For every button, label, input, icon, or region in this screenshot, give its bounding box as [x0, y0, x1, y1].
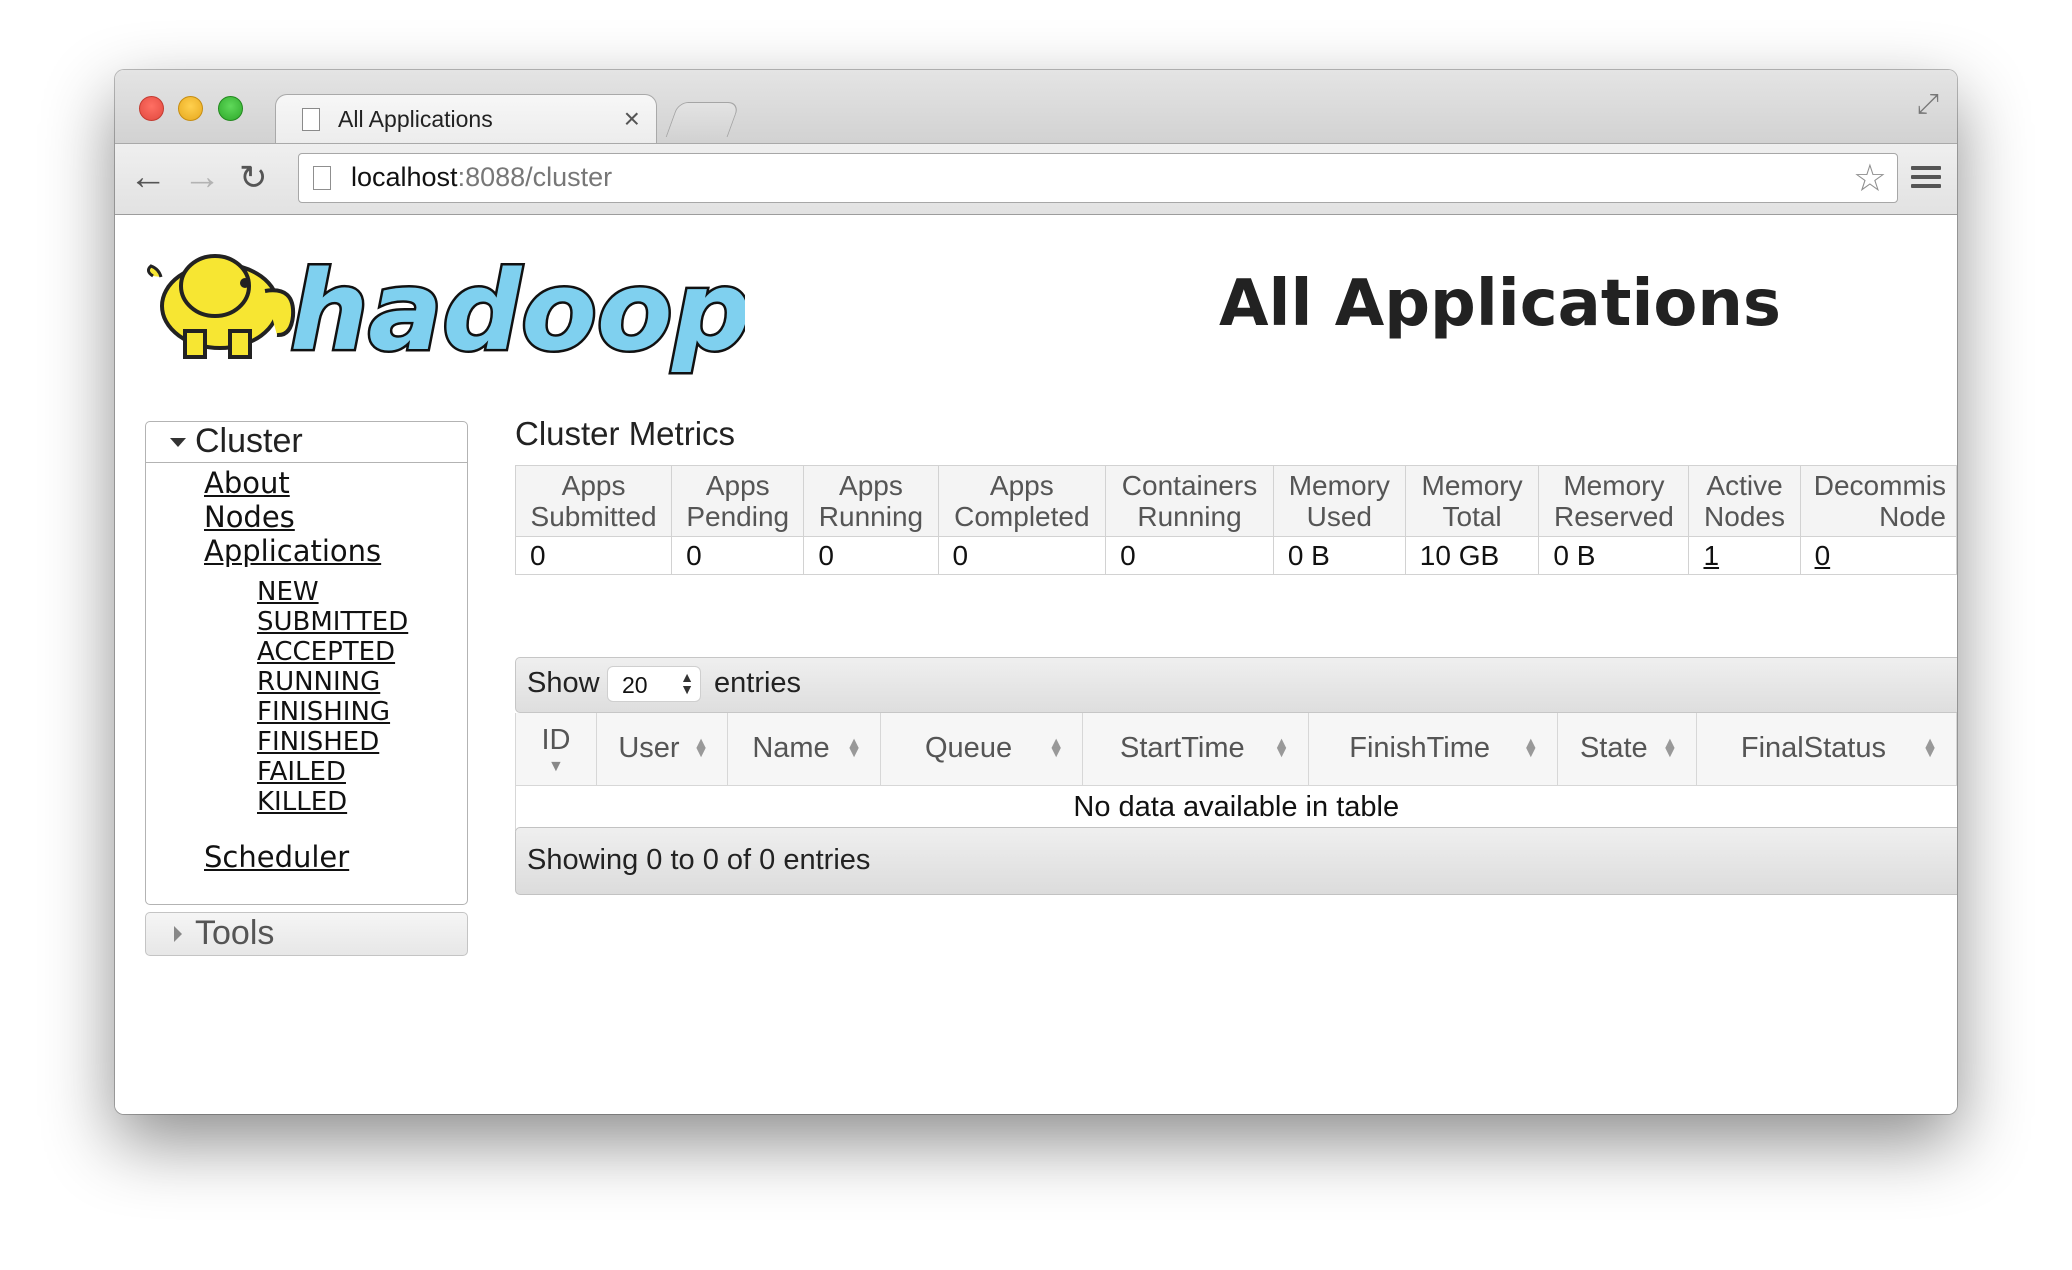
sidebar: Cluster About Nodes Applications NEW SUB…: [145, 421, 468, 956]
show-label: Show: [527, 667, 600, 699]
caret-right-icon: [174, 926, 182, 942]
decommissioned-nodes-link[interactable]: 0: [1799, 536, 1957, 575]
url-text[interactable]: localhost:8088/cluster: [351, 162, 612, 193]
sort-desc-icon: ▼: [548, 758, 564, 776]
metric-value: 0 B: [1538, 536, 1690, 575]
sort-icon: ▲ ▼: [846, 735, 862, 761]
url-host: localhost: [351, 162, 458, 192]
tab-bar: All Applications × ⤢: [115, 70, 1957, 145]
close-window-button[interactable]: [139, 96, 164, 121]
metric-header: Memory Reserved: [1538, 465, 1690, 537]
empty-table-message: No data available in table: [515, 785, 1957, 831]
tab-title: All Applications: [338, 106, 493, 132]
minimize-window-button[interactable]: [178, 96, 203, 121]
metric-header: Memory Total: [1404, 465, 1540, 537]
metric-header: Apps Submitted: [514, 465, 673, 537]
sidebar-link-finished[interactable]: FINISHED: [257, 727, 379, 757]
elephant-icon: [146, 254, 296, 359]
cluster-label: Cluster: [195, 422, 303, 460]
metric-value: 10 GB: [1404, 536, 1540, 575]
column-header-finishtime[interactable]: FinishTime ▲ ▼: [1307, 713, 1558, 786]
document-icon: [302, 108, 320, 131]
metric-value: 0: [514, 536, 673, 575]
forward-arrow-icon[interactable]: →: [183, 156, 221, 199]
sort-icon: ▲ ▼: [1273, 735, 1290, 761]
metric-value: 0: [1105, 536, 1274, 575]
hamburger-menu-icon[interactable]: [1911, 166, 1941, 193]
sidebar-link-failed[interactable]: FAILED: [257, 757, 346, 787]
metric-header: Apps Running: [803, 465, 939, 537]
page-title: All Applications: [1219, 267, 1781, 341]
metric-header: Apps Pending: [671, 465, 805, 537]
metric-value: 0 B: [1272, 536, 1406, 575]
sidebar-link-nodes[interactable]: Nodes: [204, 500, 295, 534]
back-arrow-icon[interactable]: ←: [129, 156, 167, 199]
column-header-id[interactable]: ID ▼: [515, 713, 597, 786]
tab-all-applications[interactable]: All Applications ×: [275, 94, 657, 145]
tools-panel[interactable]: Tools: [145, 912, 468, 956]
metric-header: Containers Running: [1105, 465, 1274, 537]
metric-value: 0: [803, 536, 939, 575]
reload-icon[interactable]: ↻: [239, 158, 268, 198]
sidebar-link-scheduler[interactable]: Scheduler: [204, 840, 349, 874]
cluster-header[interactable]: Cluster: [146, 422, 467, 463]
sort-icon: ▲ ▼: [1522, 735, 1539, 761]
sidebar-link-accepted[interactable]: ACCEPTED: [257, 637, 395, 667]
applications-header-row: ID ▼ User ▲ ▼ Name ▲ ▼ Queue ▲ ▼ StartTime ▲ ▼ Fi…: [515, 713, 1957, 786]
datatable-length-bar: Show 20 ▲ ▼ entries: [515, 657, 1957, 713]
column-header-user[interactable]: User ▲ ▼: [595, 713, 729, 786]
sort-icon: ▲ ▼: [1661, 735, 1678, 761]
column-header-name[interactable]: Name ▲ ▼: [727, 713, 881, 786]
sort-icon: ▲ ▼: [1922, 735, 1938, 761]
page-content: hadoop All Applications Cluster About No…: [115, 215, 1957, 1114]
column-header-finalstatus[interactable]: FinalStatus ▲ ▼: [1695, 713, 1957, 786]
metric-header: Memory Used: [1272, 465, 1406, 537]
close-tab-icon[interactable]: ×: [624, 103, 640, 135]
column-header-queue[interactable]: Queue ▲ ▼: [879, 713, 1084, 786]
browser-toolbar: ← → ↻ localhost:8088/cluster ☆: [115, 143, 1957, 215]
url-path: :8088/cluster: [457, 162, 613, 192]
applications-table: ID ▼ User ▲ ▼ Name ▲ ▼ Queue ▲ ▼ StartTime ▲ ▼ Fi…: [515, 713, 1957, 831]
bookmark-star-icon[interactable]: ☆: [1853, 156, 1887, 201]
fullscreen-icon[interactable]: ⤢: [1917, 88, 1939, 121]
sidebar-link-new[interactable]: NEW: [257, 577, 319, 607]
sort-icon: ▲ ▼: [1048, 735, 1065, 761]
column-header-state[interactable]: State ▲ ▼: [1556, 713, 1697, 786]
cluster-metrics-title: Cluster Metrics: [515, 415, 736, 452]
entries-select-value: 20: [622, 672, 648, 698]
metric-header: Active Nodes: [1688, 465, 1801, 537]
sidebar-link-running[interactable]: RUNNING: [257, 667, 380, 697]
cluster-metrics-table: Apps Submitted Apps Pending Apps Running Ap…: [514, 465, 1957, 575]
datatable-info-bar: Showing 0 to 0 of 0 entries: [515, 827, 1957, 895]
browser-window: All Applications × ⤢ ← → ↻ localhost:808…: [115, 70, 1957, 1114]
select-arrows-icon: ▲ ▼: [680, 669, 694, 697]
metric-value: 0: [937, 536, 1107, 575]
tools-label: Tools: [195, 914, 275, 952]
metrics-header-row: Apps Submitted Apps Pending Apps Running Ap…: [514, 465, 1957, 537]
page-icon: [313, 166, 331, 190]
metric-value: 0: [671, 536, 805, 575]
new-tab-button[interactable]: [665, 102, 741, 137]
address-bar[interactable]: localhost:8088/cluster ☆: [298, 153, 1898, 203]
svg-text:hadoop: hadoop: [290, 247, 745, 375]
metric-header: Apps Completed: [937, 465, 1107, 537]
hadoop-logo[interactable]: hadoop: [145, 231, 745, 381]
column-header-starttime[interactable]: StartTime ▲ ▼: [1082, 713, 1309, 786]
sidebar-link-submitted[interactable]: SUBMITTED: [257, 607, 408, 637]
active-nodes-link[interactable]: 1: [1688, 536, 1801, 575]
sort-icon: ▲ ▼: [693, 735, 710, 761]
cluster-panel: Cluster About Nodes Applications NEW SUB…: [145, 421, 468, 905]
entries-per-page-select[interactable]: 20 ▲ ▼: [607, 666, 701, 702]
sidebar-link-finishing[interactable]: FINISHING: [257, 697, 390, 727]
sidebar-link-killed[interactable]: KILLED: [257, 787, 347, 817]
sidebar-link-about[interactable]: About: [204, 466, 290, 500]
sidebar-link-applications[interactable]: Applications: [204, 534, 381, 568]
table-info-text: Showing 0 to 0 of 0 entries: [527, 844, 871, 876]
entries-label: entries: [714, 667, 802, 699]
empty-row: No data available in table: [515, 785, 1957, 831]
metric-header: Decommis Node: [1799, 465, 1957, 537]
caret-down-icon: [170, 438, 186, 447]
zoom-window-button[interactable]: [218, 96, 243, 121]
metrics-value-row: 0 0 0 0 0 0 B 10 GB 0 B 1 0: [514, 536, 1957, 575]
